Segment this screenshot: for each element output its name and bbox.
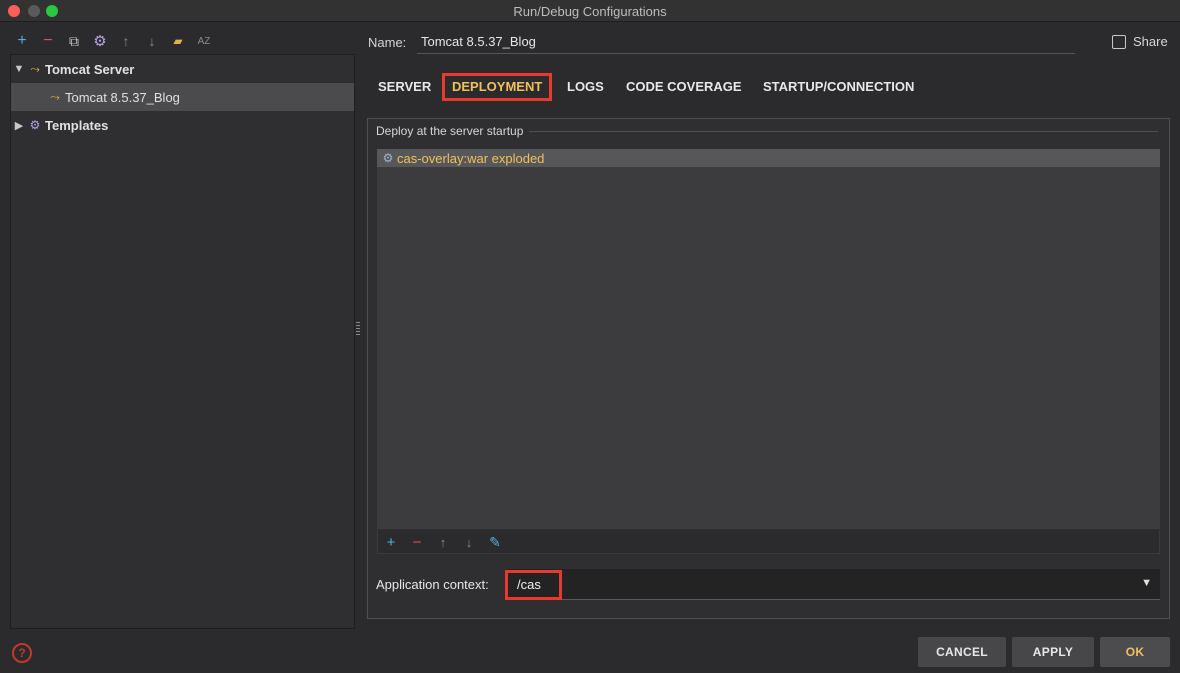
title-bar: Run/Debug Configurations xyxy=(0,0,1180,22)
tab-highlight-annotation xyxy=(442,73,552,101)
tab-logs[interactable]: LOGS xyxy=(567,72,604,102)
folder-icon[interactable]: ▰ xyxy=(168,30,188,52)
chevron-right-icon[interactable]: ▶ xyxy=(11,119,27,132)
move-down-icon[interactable]: ↓ xyxy=(459,532,479,552)
share-checkbox[interactable] xyxy=(1112,34,1126,49)
chevron-down-icon[interactable]: ▼ xyxy=(11,63,27,75)
tree-item-tomcat-config[interactable]: ⤳ Tomcat 8.5.37_Blog xyxy=(11,83,354,111)
application-context-label: Application context: xyxy=(376,577,489,592)
tomcat-icon: ⤳ xyxy=(30,61,40,76)
edit-icon[interactable]: ✎ xyxy=(485,532,505,552)
context-highlight-annotation xyxy=(505,570,562,600)
window-title: Run/Debug Configurations xyxy=(513,4,667,19)
group-title: Deploy at the server startup xyxy=(376,124,530,138)
share-checkbox-row[interactable]: Share xyxy=(1112,34,1168,49)
configuration-tree: ▼ ⤳ Tomcat Server ⤳ Tomcat 8.5.37_Blog ▶… xyxy=(10,54,355,629)
list-item[interactable]: ⚙ cas-overlay:war exploded xyxy=(377,149,1160,167)
application-context-combobox[interactable]: /cas ▼ xyxy=(507,569,1160,600)
add-icon[interactable]: + xyxy=(12,30,32,52)
move-up-icon[interactable]: ↑ xyxy=(433,532,453,552)
tree-item-label: Tomcat Server xyxy=(45,61,135,77)
tab-server[interactable]: SERVER xyxy=(378,72,431,102)
artifact-icon: ⚙ xyxy=(382,151,394,165)
tree-item-label: Templates xyxy=(45,117,109,133)
tree-item-templates[interactable]: ▶ ⚙ Templates xyxy=(11,111,354,139)
move-down-icon[interactable]: ↓ xyxy=(142,30,162,52)
add-icon[interactable]: + xyxy=(381,532,401,552)
apply-button[interactable]: APPLY xyxy=(1012,637,1094,667)
settings-icon: ⚙ xyxy=(29,118,41,132)
tree-item-tomcat-server[interactable]: ▼ ⤳ Tomcat Server xyxy=(11,55,354,83)
config-toolbar: + − ⧉ ⚙ ↑ ↓ ▰ AZ xyxy=(10,30,355,52)
ok-button[interactable]: OK xyxy=(1100,637,1170,667)
name-input[interactable]: Tomcat 8.5.37_Blog xyxy=(417,30,1075,54)
list-item-label: cas-overlay:war exploded xyxy=(397,150,545,166)
settings-icon[interactable]: ⚙ xyxy=(90,30,110,52)
cancel-button[interactable]: CANCEL xyxy=(918,637,1006,667)
tab-code-coverage[interactable]: CODE COVERAGE xyxy=(626,72,742,102)
tree-item-label: Tomcat 8.5.37_Blog xyxy=(65,89,180,105)
dropdown-arrow-icon[interactable]: ▼ xyxy=(1141,577,1152,589)
sort-icon[interactable]: AZ xyxy=(194,30,214,52)
tab-startup-connection[interactable]: STARTUP/CONNECTION xyxy=(763,72,914,102)
remove-icon[interactable]: − xyxy=(38,30,58,52)
deployment-list-toolbar: + − ↑ ↓ ✎ xyxy=(377,530,1160,554)
tomcat-icon: ⤳ xyxy=(50,89,60,104)
name-label: Name: xyxy=(368,35,407,50)
deployment-list[interactable]: ⚙ cas-overlay:war exploded xyxy=(377,149,1160,529)
remove-icon[interactable]: − xyxy=(407,532,427,552)
splitter-handle[interactable] xyxy=(356,322,360,336)
help-icon[interactable]: ? xyxy=(12,643,32,663)
share-label: Share xyxy=(1133,34,1168,49)
move-up-icon[interactable]: ↑ xyxy=(116,30,136,52)
copy-icon[interactable]: ⧉ xyxy=(64,30,84,52)
